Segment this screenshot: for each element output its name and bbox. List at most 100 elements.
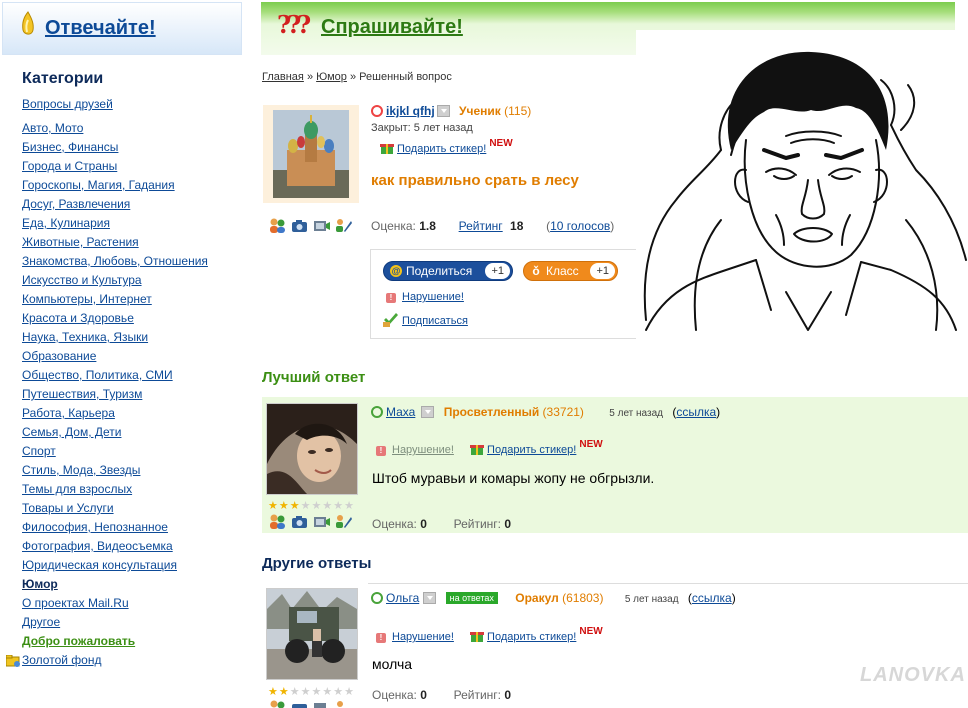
best-author-avatar[interactable] [266,403,358,495]
star-icon: ★ [311,500,322,512]
other-gift-link[interactable]: Подарить стикер! [487,631,576,643]
video-icon[interactable] [312,513,331,530]
author-menu-button[interactable] [436,105,450,117]
category-link[interactable]: Красота и Здоровье [22,311,252,330]
category-link[interactable]: Компьютеры, Интернет [22,292,252,311]
question-closed: Закрыт: 5 лет назад [371,122,473,134]
category-link[interactable]: Фотография, Видеосъемка [22,539,252,558]
cathedral-photo [273,110,349,198]
camera-icon[interactable] [290,217,309,234]
answer-header-link[interactable]: Отвечайте! [45,17,156,40]
class-button[interactable]: ǒ Класс +1 [523,261,618,281]
gift-icon [380,144,394,154]
ok-icon: ǒ [532,264,540,278]
category-link[interactable]: Авто, Мото [22,121,252,140]
star-icon: ★ [278,500,289,512]
breadcrumb-sep: » [349,71,357,83]
category-link[interactable]: Работа, Карьера [22,406,252,425]
question-author-link[interactable]: ikjkl qfhj [386,104,435,118]
users-icon[interactable] [268,217,287,234]
edit-icon[interactable] [334,217,353,234]
breadcrumb-current: Решенный вопрос [359,71,452,83]
author-menu-button[interactable] [423,592,437,604]
category-link[interactable]: Темы для взрослых [22,482,252,501]
category-link[interactable]: Путешествия, Туризм [22,387,252,406]
subscribe-link[interactable]: Подписаться [402,315,468,327]
breadcrumb-section[interactable]: Юмор [316,71,347,83]
category-link[interactable]: Досуг, Развлечения [22,197,252,216]
other-author-link[interactable]: Ольга [386,591,419,605]
ask-header-link[interactable]: Спрашивайте! [321,16,463,39]
video-icon[interactable] [312,699,331,708]
best-author-link[interactable]: Маха [386,405,415,419]
class-label: Класс [546,264,579,278]
video-icon[interactable] [312,217,331,234]
camera-icon[interactable] [290,699,309,708]
star-icon: ★ [311,686,322,698]
other-author-avatar[interactable] [266,588,358,680]
rating-label: Рейтинг: [453,688,502,702]
category-link[interactable]: Города и Страны [22,159,252,178]
share-button[interactable]: @ Поделиться +1 [383,261,513,281]
votes-link[interactable]: 10 голосов [550,219,610,233]
other-answer-stats: Оценка: 0 Рейтинг: 0 [372,688,511,702]
best-answer-permalink[interactable]: ссылка [676,405,716,419]
breadcrumb-sep: » [306,71,314,83]
categories-list: Вопросы друзей Авто, Мото Бизнес, Финанс… [6,97,252,672]
golden-fund-link[interactable]: Золотой фонд [6,653,252,672]
star-icon: ★ [268,500,278,512]
category-link-current[interactable]: Юмор [22,577,252,596]
category-link[interactable]: Спорт [22,444,252,463]
question-violation: ! Нарушение! [386,291,464,303]
author-menu-button[interactable] [421,406,435,418]
category-link[interactable]: Искусство и Культура [22,273,252,292]
category-link[interactable]: Общество, Политика, СМИ [22,368,252,387]
rating-link[interactable]: Рейтинг [459,219,503,233]
welcome-link[interactable]: Добро пожаловать [22,634,252,653]
warning-icon: ! [376,633,386,643]
friends-questions-link[interactable]: Вопросы друзей [22,97,252,116]
score-label: Оценка: [372,517,417,531]
best-rating-stars: ★ ★ ★ ★ ★ ★ ★ ★ [268,501,354,512]
other-answer-permalink[interactable]: ссылка [692,591,732,605]
category-link[interactable]: Гороскопы, Магия, Гадания [22,178,252,197]
question-stats: Оценка: 1.8 Рейтинг 18 (10 голосов) [371,219,615,233]
edit-icon[interactable] [334,699,353,708]
category-link[interactable]: Стиль, Мода, Звезды [22,463,252,482]
category-link[interactable]: Бизнес, Финансы [22,140,252,159]
category-link[interactable]: Философия, Непознанное [22,520,252,539]
at-icon [371,406,383,418]
category-link[interactable]: Еда, Кулинария [22,216,252,235]
category-link[interactable]: Образование [22,349,252,368]
question-avatar[interactable] [263,105,359,203]
users-icon[interactable] [268,513,287,530]
users-icon[interactable] [268,699,287,708]
camera-icon[interactable] [290,513,309,530]
category-link[interactable]: Наука, Техника, Языки [22,330,252,349]
question-author-line: ikjkl qfhj Ученик (115) [371,104,531,118]
best-gift-link[interactable]: Подарить стикер! [487,444,576,456]
category-link[interactable]: Другое [22,615,252,634]
best-author-rank: Просветленный [443,405,540,419]
gift-icon [470,632,485,642]
category-link[interactable]: Товары и Услуги [22,501,252,520]
category-link[interactable]: Знакомства, Любовь, Отношения [22,254,252,273]
score-label: Оценка: [372,688,417,702]
breadcrumb-home[interactable]: Главная [262,71,304,83]
question-violation-link[interactable]: Нарушение! [402,291,464,303]
woman-photo [267,404,357,494]
question-gift-link[interactable]: Подарить стикер! [397,143,486,155]
other-violation-link[interactable]: Нарушение! [392,631,454,643]
category-link[interactable]: Животные, Растения [22,235,252,254]
share-box: @ Поделиться +1 ǒ Класс +1 ! Нарушение! П… [370,249,636,339]
class-count: +1 [590,263,615,279]
star-icon: ★ [344,500,354,512]
warning-icon: ! [376,446,386,456]
category-link[interactable]: Юридическая консультация [22,558,252,577]
best-violation-link[interactable]: Нарушение! [392,444,454,456]
category-link[interactable]: Семья, Дом, Дети [22,425,252,444]
category-link[interactable]: О проектах Mail.Ru [22,596,252,615]
edit-icon[interactable] [334,513,353,530]
other-answers-divider [368,583,968,584]
golden-fund-label: Золотой фонд [22,653,102,667]
